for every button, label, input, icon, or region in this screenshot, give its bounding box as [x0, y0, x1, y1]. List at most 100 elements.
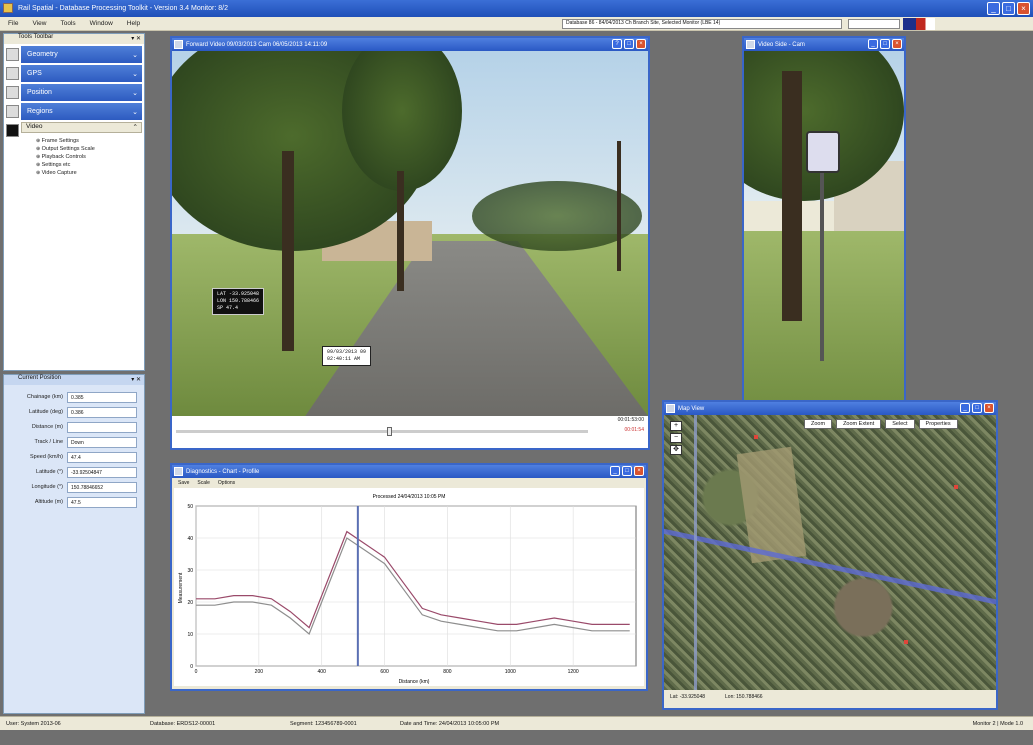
- database-selector[interactable]: Database 86 - 84/04/2013 Ch Branch Site,…: [562, 19, 842, 29]
- menu-item[interactable]: Scale: [197, 480, 210, 486]
- tool-label: Regions: [27, 108, 53, 115]
- utility-pole: [617, 141, 621, 271]
- field-value[interactable]: [67, 421, 137, 433]
- map-tool-button[interactable]: Zoom Extent: [836, 419, 882, 429]
- menu-tools[interactable]: Tools: [60, 20, 75, 27]
- y-tick-label: 0: [190, 664, 193, 670]
- pan-button[interactable]: ✥: [670, 445, 682, 455]
- menu-item[interactable]: Options: [218, 480, 235, 486]
- map-lat: Lat: -33.925048: [670, 694, 706, 700]
- field-row: Chainage (km) 0.385: [4, 391, 144, 403]
- tree-trunk: [282, 151, 294, 351]
- satellite-map[interactable]: + − ✥ Zoom Zoom Extent Select Properties: [664, 415, 996, 690]
- field-value[interactable]: 47.4: [67, 451, 137, 463]
- overlay-line: 02:40:11 AM: [327, 356, 361, 362]
- menu-help[interactable]: Help: [127, 20, 140, 27]
- x-tick-label: 200: [255, 669, 264, 675]
- scrubber-knob[interactable]: [387, 427, 392, 436]
- close-button[interactable]: ×: [636, 39, 646, 49]
- tree-item[interactable]: Settings etc: [36, 161, 144, 169]
- overlay-line: 09/03/2013 09: [327, 349, 367, 355]
- search-input[interactable]: [848, 19, 900, 29]
- zoom-in-button[interactable]: +: [670, 421, 682, 431]
- tree-item[interactable]: Playback Controls: [36, 153, 144, 161]
- map-toolbar: Zoom Zoom Extent Select Properties: [804, 419, 958, 429]
- menu-file[interactable]: File: [8, 20, 18, 27]
- minimize-button[interactable]: _: [960, 403, 970, 413]
- field-row: Longitude (°) 150.78846652: [4, 481, 144, 493]
- status-database: Database: ERDS12-00001: [150, 720, 216, 727]
- time-total: 00:01:54: [624, 427, 644, 433]
- position-panel-title: Current Position: [18, 375, 62, 381]
- tool-label: Geometry: [27, 51, 58, 58]
- map-tool-button[interactable]: Zoom: [804, 419, 833, 429]
- pin-icon[interactable]: ▾ ✕: [131, 376, 141, 383]
- minimize-button[interactable]: _: [987, 2, 1000, 15]
- maximize-button[interactable]: □: [624, 39, 634, 49]
- tool-regions-button[interactable]: Regions ⌄: [21, 103, 142, 120]
- tree-item[interactable]: Frame Settings: [36, 137, 144, 145]
- map-marker[interactable]: [904, 640, 908, 644]
- maximize-button[interactable]: □: [622, 466, 632, 476]
- maximize-button[interactable]: □: [972, 403, 982, 413]
- close-button[interactable]: ×: [634, 466, 644, 476]
- tool-gps-button[interactable]: GPS ⌄: [21, 65, 142, 82]
- video-scrubber[interactable]: 00:01:53:00 00:01:54: [172, 416, 648, 448]
- app-title: Rail Spatial - Database Processing Toolk…: [18, 5, 228, 12]
- video-section-label: Video: [26, 123, 43, 130]
- video-section-header[interactable]: Video ⌃: [21, 122, 142, 133]
- tool-geometry-button[interactable]: Geometry ⌄: [21, 46, 142, 63]
- field-value[interactable]: 150.78846652: [67, 481, 137, 493]
- maximize-button[interactable]: □: [1002, 2, 1015, 15]
- position-icon: [6, 86, 19, 99]
- field-value[interactable]: 47.5: [67, 496, 137, 508]
- forward-video-frame[interactable]: LAT -33.925048 LON 150.788466 SP 47.4 09…: [172, 51, 648, 416]
- map-titlebar: Map View _ □ ×: [664, 402, 996, 415]
- close-button[interactable]: ×: [984, 403, 994, 413]
- app-icon: [3, 3, 13, 13]
- profile-chart[interactable]: Processed 24/04/2013 10:05 PM Distance (…: [174, 488, 644, 686]
- field-value[interactable]: -33.92504847: [67, 466, 137, 478]
- maximize-button[interactable]: □: [880, 39, 890, 49]
- field-label: Track / Line: [34, 439, 63, 445]
- menu-item[interactable]: Save: [178, 480, 189, 486]
- menu-bar: File View Tools Window Help Database 86 …: [0, 17, 1033, 31]
- regions-icon: [6, 105, 19, 118]
- minimize-button[interactable]: _: [610, 466, 620, 476]
- y-tick-label: 30: [187, 568, 193, 574]
- overlay-line: SP 47.4: [217, 305, 239, 311]
- menu-view[interactable]: View: [32, 20, 46, 27]
- chart-icon: [174, 467, 183, 476]
- time-current: 00:01:53:00: [617, 417, 644, 423]
- menu-window[interactable]: Window: [90, 20, 113, 27]
- minimize-button[interactable]: _: [868, 39, 878, 49]
- tree-item[interactable]: Output Settings Scale: [36, 145, 144, 153]
- position-panel-header: Current Position ▾ ✕: [4, 375, 144, 385]
- gps-overlay: LAT -33.925048 LON 150.788466 SP 47.4: [212, 288, 265, 315]
- tools-panel: Tools Toolbar ▾ ✕ Geometry ⌄ GPS ⌄ Positio…: [3, 33, 145, 371]
- zoom-out-button[interactable]: −: [670, 433, 682, 443]
- scrubber-track[interactable]: [176, 430, 588, 433]
- map-tool-button[interactable]: Properties: [918, 419, 958, 429]
- tool-position-button[interactable]: Position ⌄: [21, 84, 142, 101]
- map-status-bar: Lat: -33.925048 Lon: 150.788466: [664, 692, 996, 702]
- map-marker[interactable]: [954, 485, 958, 489]
- field-label: Altitude (m): [34, 499, 63, 505]
- field-value[interactable]: 0.386: [67, 406, 137, 418]
- status-bar: User: System 2013-06 Database: ERDS12-00…: [0, 716, 1033, 730]
- help-button[interactable]: ?: [612, 39, 622, 49]
- forward-video-window: Forward Video 09/03/2013 Cam 06/05/2013 …: [170, 36, 650, 450]
- map-marker[interactable]: [754, 435, 758, 439]
- tool-label: GPS: [27, 70, 42, 77]
- x-tick-label: 1000: [505, 669, 516, 675]
- map-title: Map View: [678, 405, 705, 412]
- pin-icon[interactable]: ▾ ✕: [131, 35, 141, 42]
- close-button[interactable]: ×: [1017, 2, 1030, 15]
- close-button[interactable]: ×: [892, 39, 902, 49]
- field-value[interactable]: 0.385: [67, 391, 137, 403]
- field-value[interactable]: Down: [67, 436, 137, 448]
- map-window: Map View _ □ × + − ✥ Zoom Zoom Extent Sele…: [662, 400, 998, 710]
- tree-item[interactable]: Video Capture: [36, 169, 144, 177]
- side-video-frame[interactable]: [744, 51, 904, 426]
- map-tool-button[interactable]: Select: [885, 419, 915, 429]
